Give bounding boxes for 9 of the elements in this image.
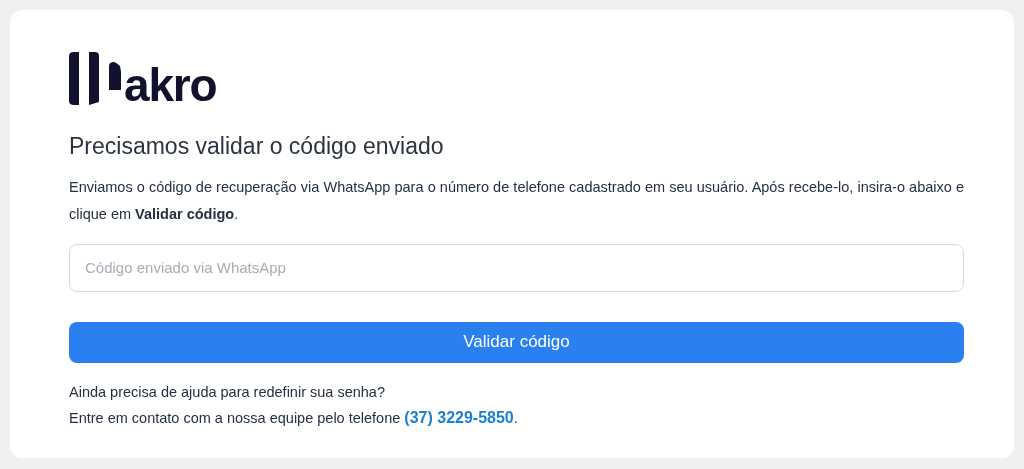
phone-link[interactable]: (37) 3229-5850 [404,408,514,426]
logo-mark-icon [69,52,121,105]
help-question-text: Ainda precisa de ajuda para redefinir sua senha? [69,382,386,402]
instructions-text: Enviamos o código de recuperação via WhatsApp para o número de telefone cadastrado em seu usuário. Após recebe-lo, insira-o abaixo e clique em Validar código. [69,177,964,224]
contact-text: Entre em contato com a nossa equipe pelo telefone (37) 3229-5850. [69,407,519,428]
page-title: Precisamos validar o código enviado [69,132,445,161]
validate-button[interactable]: Validar código [69,321,964,363]
code-input-field[interactable]: Código enviado via WhatsApp [69,243,964,292]
logo-text: akro [124,65,217,105]
